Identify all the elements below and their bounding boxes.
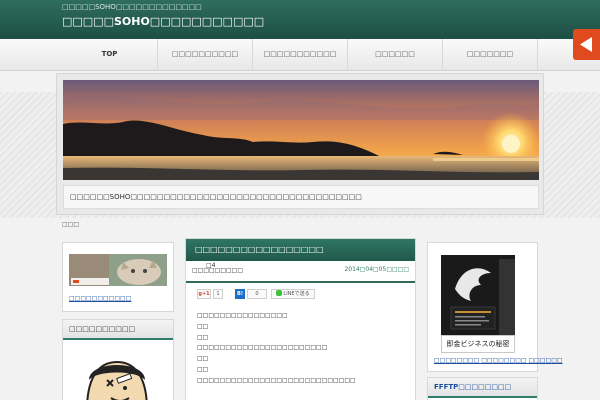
character-illustration bbox=[77, 350, 157, 400]
site-tagline: □□□□□SOHO□□□□□□□□□□□□□ bbox=[62, 3, 202, 11]
nav-item-4[interactable]: □□□□□□ bbox=[348, 39, 443, 71]
widget-title: □□□□□□□□□□ bbox=[63, 320, 173, 340]
site-description: □□□□□□SOHO□□□□□□□□□□□□□□□□□□□□□□□□□□□□□□… bbox=[63, 185, 539, 209]
sunset-image bbox=[63, 80, 539, 180]
hatena-count: 0 bbox=[247, 289, 267, 299]
post-line: □□ bbox=[197, 365, 209, 373]
post-line: □□ bbox=[197, 333, 209, 341]
post-category[interactable]: □□□□□□□□□ bbox=[192, 267, 243, 274]
book-ad[interactable]: 即金ビジネスの秘密 □□□□□□□□ □□□□□□□□ □□□□□□ bbox=[427, 242, 563, 372]
post-line: □□ bbox=[197, 355, 209, 363]
cat-banner-image[interactable] bbox=[69, 254, 167, 286]
post-line: □□□□□□□□□□□□□□□□ bbox=[197, 312, 288, 319]
post-body: □□□□□□□□□□□□□□□□ □□ □□ □□□□□□□□□□□□□□□□□… bbox=[197, 311, 356, 387]
hero-section: □□□□□□SOHO□□□□□□□□□□□□□□□□□□□□□□□□□□□□□□… bbox=[56, 73, 544, 215]
post-line: □□□□□□□□□□□□□□□□□□□□□□□□□□□□ bbox=[197, 376, 356, 384]
gplus-count: 1 bbox=[213, 289, 223, 299]
post-title[interactable]: □□□□□□□□□□□□□□□□□ bbox=[186, 239, 415, 261]
line-share-label: LINEで送る bbox=[283, 291, 310, 297]
post-date: 2014□04□05□□□□ bbox=[344, 266, 409, 273]
main-nav: TOP □□□□□□□□□□ □□□□□□□□□□□ □□□□□□ □□□□□□… bbox=[0, 39, 600, 71]
widget-title-ffftp[interactable]: FFFTP□□□□□□□□ bbox=[428, 378, 537, 398]
post-line: □□ bbox=[197, 322, 209, 330]
hatena-bookmark-button[interactable]: B! bbox=[235, 289, 245, 299]
profile-widget: □□□□□□□□□□ bbox=[62, 319, 174, 400]
ffftp-widget: FFFTP□□□□□□□□ bbox=[427, 377, 538, 400]
site-header: □□□□□SOHO□□□□□□□□□□□□□ □□□□□SOHO□□□□□□□□… bbox=[0, 0, 600, 39]
book-title: 即金ビジネスの秘密 bbox=[441, 335, 515, 353]
breadcrumb[interactable]: □□□ bbox=[62, 221, 79, 228]
line-icon bbox=[276, 290, 283, 296]
post-meta: □4 □□□□□□□□□ 2014□04□05□□□□ bbox=[186, 261, 415, 283]
post-line: □□□□□□□□□□□□□□□□□□□□□□□ bbox=[197, 344, 328, 352]
book-cover-image[interactable] bbox=[441, 255, 515, 337]
nav-item-5[interactable]: □□□□□□□ bbox=[443, 39, 538, 71]
book-links[interactable]: □□□□□□□□ □□□□□□□□ □□□□□□ bbox=[434, 357, 563, 364]
ad-link[interactable]: □□□□□□□□□□□ bbox=[69, 295, 131, 302]
site-title[interactable]: □□□□□SOHO□□□□□□□□□□□ bbox=[62, 15, 264, 28]
nav-item-top[interactable]: TOP bbox=[62, 39, 158, 71]
main-post: □□□□□□□□□□□□□□□□□ □4 □□□□□□□□□ 2014□04□0… bbox=[185, 238, 416, 400]
gplus-button[interactable]: g+1 bbox=[197, 289, 211, 299]
nav-item-3[interactable]: □□□□□□□□□□□ bbox=[253, 39, 348, 71]
nav-item-2[interactable]: □□□□□□□□□□ bbox=[158, 39, 253, 71]
back-tab-button[interactable] bbox=[573, 29, 600, 60]
line-share-button[interactable]: LINEで送る bbox=[271, 289, 315, 299]
ad-banner[interactable]: □□□□□□□□□□□ bbox=[62, 242, 174, 312]
